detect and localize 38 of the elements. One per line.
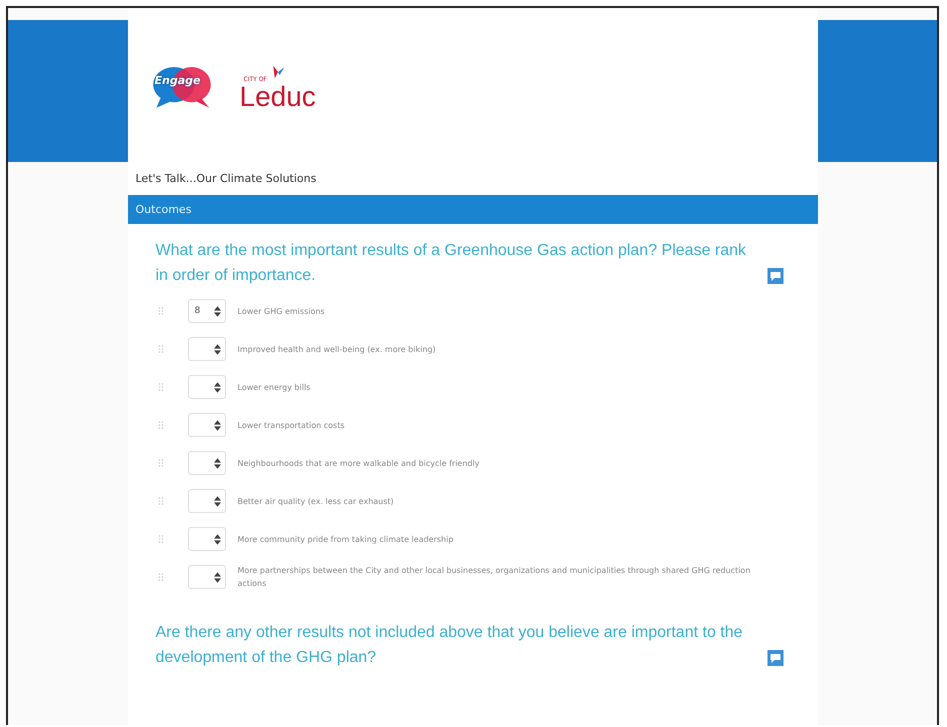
drag-handle-icon[interactable] <box>158 306 164 316</box>
rank-select[interactable] <box>188 337 226 361</box>
spinner-icon[interactable] <box>214 382 220 392</box>
rank-select[interactable]: 8 <box>188 299 226 323</box>
spinner-icon[interactable] <box>214 420 220 430</box>
spinner-icon[interactable] <box>214 344 220 354</box>
drag-handle-icon[interactable] <box>158 572 164 582</box>
option-label: More community pride from taking climate leadership <box>238 534 454 546</box>
option-label: Lower transportation costs <box>238 420 345 432</box>
question-text: What are the most important results of a Greenhouse Gas action plan? Please rank in order of importance. <box>156 241 748 286</box>
option-label: Better air quality (ex. less car exhaust) <box>238 496 394 508</box>
drag-handle-icon[interactable] <box>158 534 164 544</box>
comment-icon[interactable] <box>766 268 784 284</box>
rank-select[interactable] <box>188 413 226 437</box>
drag-handle-icon[interactable] <box>158 420 164 430</box>
option-label: Lower GHG emissions <box>238 306 325 318</box>
option-label: Lower energy bills <box>238 382 310 394</box>
rank-select[interactable] <box>188 565 226 589</box>
spinner-icon[interactable] <box>214 496 220 506</box>
spinner-icon[interactable] <box>214 534 220 544</box>
option-label: Improved health and well-being (ex. more biking) <box>238 344 436 356</box>
rank-select[interactable] <box>188 375 226 399</box>
spinner-icon[interactable] <box>214 458 220 468</box>
drag-handle-icon[interactable] <box>158 458 164 468</box>
drag-handle-icon[interactable] <box>158 344 164 354</box>
rank-select[interactable] <box>188 489 226 513</box>
survey-title: Let's Talk...Our Climate Solutions <box>134 171 318 187</box>
spinner-icon[interactable] <box>214 572 220 582</box>
drag-handle-icon[interactable] <box>158 496 164 506</box>
question-text: Are there any other results not included above that you believe are important to the development of the GHG plan? <box>156 623 744 668</box>
spinner-icon[interactable] <box>214 306 220 316</box>
option-label: Neighbourhoods that are more walkable and bicycle friendly <box>238 458 480 470</box>
rank-select[interactable] <box>188 527 226 551</box>
comment-icon[interactable] <box>766 650 784 666</box>
section-header: Outcomes <box>128 195 818 224</box>
rank-select[interactable] <box>188 451 226 475</box>
drag-handle-icon[interactable] <box>158 382 164 392</box>
option-label: More partnerships between the City and other local businesses, organizations and municipalities through shared GHG reduction actions <box>238 565 752 590</box>
